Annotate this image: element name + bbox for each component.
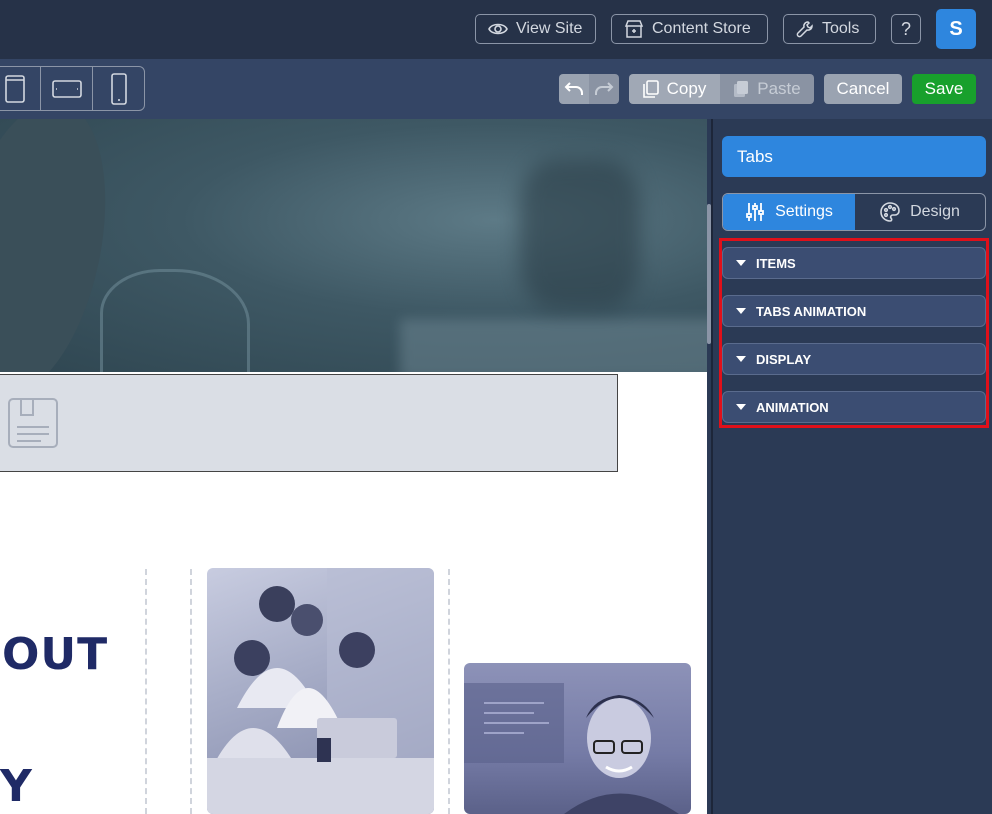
help-label: ? <box>900 18 911 39</box>
copy-label: Copy <box>666 79 707 98</box>
form-placeholder-icon <box>8 398 58 448</box>
form-placeholder-block[interactable] <box>0 374 618 472</box>
redo-icon <box>595 82 614 95</box>
column-divider <box>190 569 192 814</box>
tools-button[interactable]: Tools <box>783 14 876 44</box>
eye-icon <box>488 23 508 35</box>
man-portrait-photo <box>464 663 691 814</box>
save-button[interactable]: Save <box>912 74 976 104</box>
team-meeting-photo <box>207 568 434 814</box>
tablet-landscape-view-button[interactable] <box>41 67 93 110</box>
undo-button[interactable] <box>559 74 589 104</box>
palette-icon <box>880 202 900 222</box>
view-site-button[interactable]: View Site <box>475 14 596 44</box>
store-icon <box>624 20 644 38</box>
design-tab[interactable]: Design <box>855 194 985 230</box>
tablet-landscape-icon <box>51 79 82 98</box>
tablet-view-button[interactable] <box>0 67 41 110</box>
sliders-icon <box>746 203 764 221</box>
settings-design-switch: Settings Design <box>722 193 986 231</box>
content-store-label: Content Store <box>652 20 751 37</box>
settings-tab-label: Settings <box>775 203 833 220</box>
paste-icon <box>734 81 749 97</box>
help-button[interactable]: ? <box>891 14 921 44</box>
hero-image <box>0 119 707 372</box>
selection-highlight <box>719 238 989 428</box>
panel-title: Tabs <box>722 136 986 177</box>
undo-icon <box>564 82 583 95</box>
tablet-icon <box>4 74 25 103</box>
paste-button[interactable]: Paste <box>720 74 814 104</box>
wrench-icon <box>796 21 813 38</box>
top-bar: View Site Content Store Tools ? S <box>0 0 992 59</box>
view-site-label: View Site <box>516 20 583 37</box>
section-heading-line2: Y <box>0 761 32 812</box>
user-avatar[interactable]: S <box>936 9 976 49</box>
copy-button[interactable]: Copy <box>629 74 720 104</box>
tools-label: Tools <box>822 20 860 37</box>
phone-view-button[interactable] <box>93 67 144 110</box>
redo-button[interactable] <box>589 74 619 104</box>
undo-redo-group <box>559 74 619 104</box>
editor-canvas[interactable]: OUT Y <box>0 119 711 814</box>
content-store-button[interactable]: Content Store <box>611 14 768 44</box>
phone-icon <box>110 72 127 105</box>
section-heading: OUT <box>2 629 109 680</box>
settings-tab[interactable]: Settings <box>723 194 855 230</box>
column-divider <box>448 569 450 814</box>
paste-label: Paste <box>757 79 801 98</box>
device-switcher <box>0 66 145 111</box>
design-tab-label: Design <box>910 203 960 220</box>
cancel-button[interactable]: Cancel <box>824 74 902 104</box>
column-divider <box>145 569 147 814</box>
copy-icon <box>642 80 659 98</box>
